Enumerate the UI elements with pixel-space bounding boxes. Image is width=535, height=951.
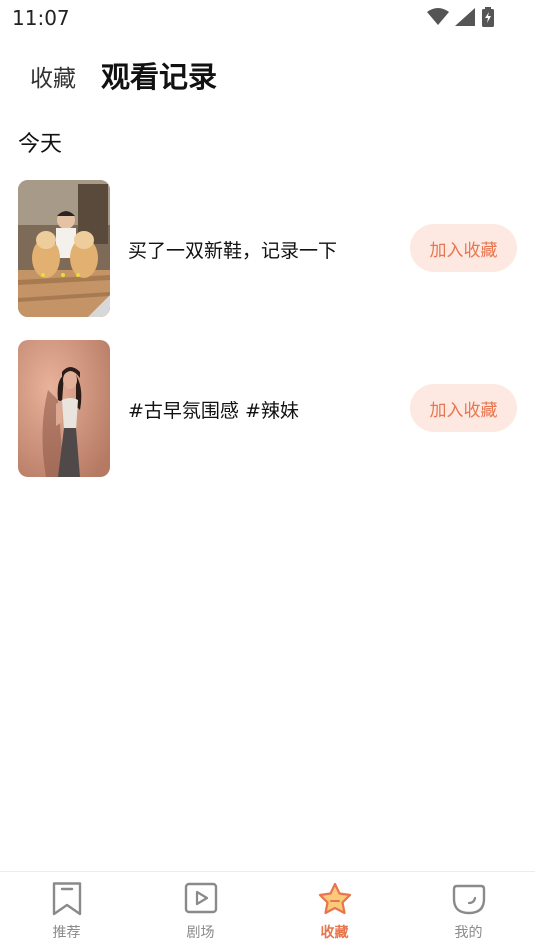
tab-history[interactable]: 观看记录 xyxy=(101,54,217,96)
smile-face-icon xyxy=(452,884,485,915)
status-bar: 11:07 xyxy=(0,0,535,36)
status-icons xyxy=(427,7,495,27)
tab-favorites[interactable]: 收藏 xyxy=(30,59,76,93)
wifi-icon xyxy=(427,8,449,25)
video-thumbnail[interactable] xyxy=(18,340,110,477)
nav-label: 推荐 xyxy=(52,925,81,941)
top-tabs: 收藏 观看记录 xyxy=(0,52,535,98)
nav-label: 剧场 xyxy=(186,925,215,941)
bookmark-icon xyxy=(52,882,81,916)
signal-icon xyxy=(455,8,475,26)
add-to-favorites-button[interactable]: 加入收藏 xyxy=(410,224,517,272)
nav-item-recommend[interactable]: 推荐 xyxy=(0,872,133,951)
battery-icon xyxy=(482,7,494,27)
play-box-icon xyxy=(184,882,217,914)
add-to-favorites-button[interactable]: 加入收藏 xyxy=(410,384,517,432)
nav-label: 我的 xyxy=(454,925,483,941)
bottom-nav: 推荐 剧场 收藏 我的 xyxy=(0,871,535,951)
nav-item-favorites[interactable]: 收藏 xyxy=(268,872,401,951)
nav-item-me[interactable]: 我的 xyxy=(402,872,535,951)
video-thumbnail[interactable] xyxy=(18,180,110,317)
list-item[interactable]: 买了一双新鞋，记录一下 加入收藏 xyxy=(0,180,535,317)
nav-item-theater[interactable]: 剧场 xyxy=(134,872,267,951)
nav-label: 收藏 xyxy=(320,925,349,941)
status-time: 11:07 xyxy=(12,6,70,30)
item-title: #古早氛围感 #辣妹 xyxy=(128,400,299,422)
item-title: 买了一双新鞋，记录一下 xyxy=(128,240,338,262)
list-item[interactable]: #古早氛围感 #辣妹 加入收藏 xyxy=(0,340,535,477)
section-title: 今天 xyxy=(18,132,63,157)
star-icon xyxy=(318,882,351,915)
